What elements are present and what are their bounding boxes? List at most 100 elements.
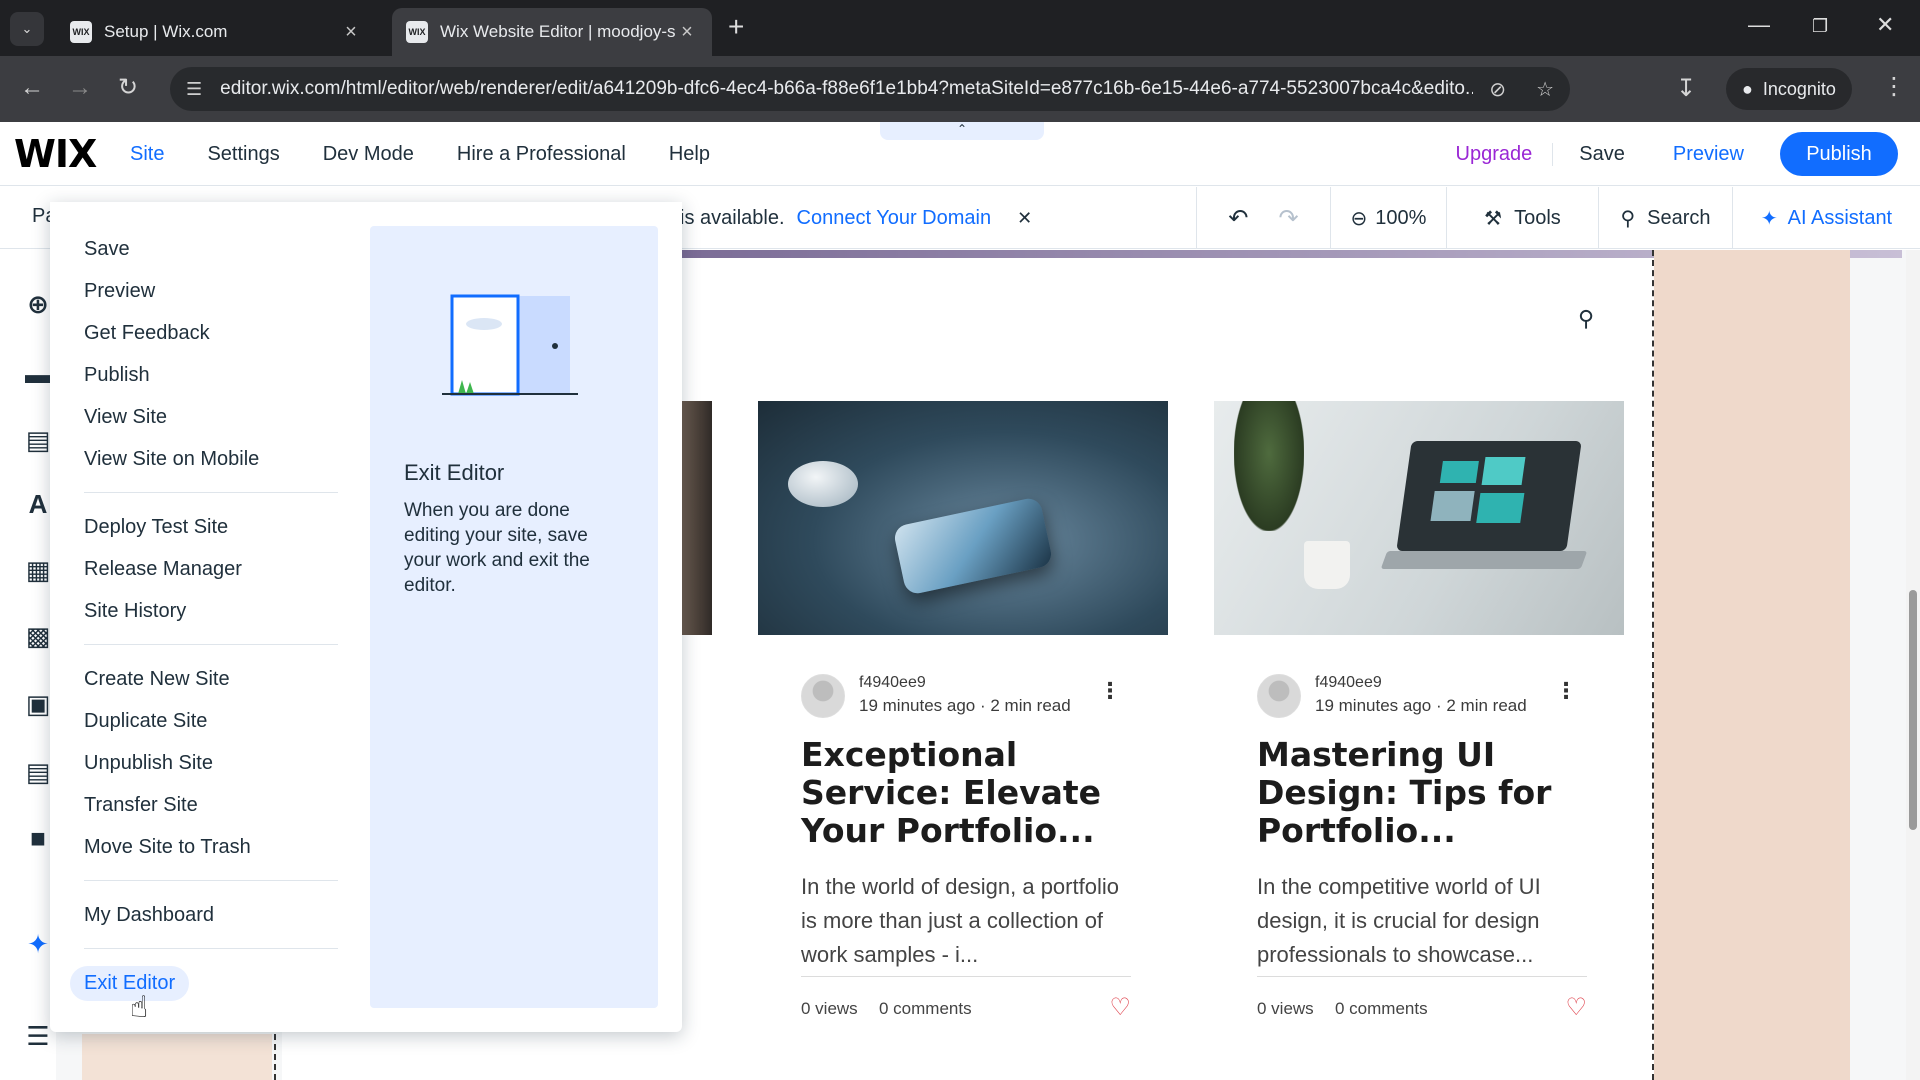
save-button[interactable]: Save xyxy=(1553,143,1651,166)
url-text: editor.wix.com/html/editor/web/renderer/… xyxy=(220,78,1474,99)
close-banner-icon[interactable]: ✕ xyxy=(1017,208,1032,229)
menu-settings[interactable]: Settings xyxy=(207,143,279,166)
back-icon[interactable]: ← xyxy=(20,74,44,102)
wix-main-menu: Site Settings Dev Mode Hire a Profession… xyxy=(130,122,710,186)
tools-button[interactable]: ⚒ Tools xyxy=(1446,187,1598,249)
download-icon[interactable]: ↧ xyxy=(1676,74,1696,103)
menu-item-my-dashboard[interactable]: My Dashboard xyxy=(84,904,214,927)
sparkle-icon: ✦ xyxy=(1760,207,1778,230)
menu-item-duplicate-site[interactable]: Duplicate Site xyxy=(84,710,207,733)
more-options-icon[interactable]: ⋮ xyxy=(1555,678,1577,704)
menu-item-publish[interactable]: Publish xyxy=(84,364,150,387)
menu-help[interactable]: Help xyxy=(669,143,710,166)
new-tab-icon[interactable]: + xyxy=(728,12,744,42)
undo-icon[interactable]: ↶ xyxy=(1228,204,1248,233)
browser-tab-editor[interactable]: WIX Wix Website Editor | moodjoy-s × xyxy=(392,8,712,56)
heart-icon[interactable]: ♡ xyxy=(1565,993,1587,1022)
heart-icon[interactable]: ♡ xyxy=(1109,993,1131,1022)
search-button[interactable]: ⚲ Search xyxy=(1598,187,1732,249)
restore-icon[interactable]: ❐ xyxy=(1812,16,1828,37)
menu-item-save[interactable]: Save xyxy=(84,238,130,261)
close-window-icon[interactable]: ✕ xyxy=(1876,12,1894,38)
preview-button[interactable]: Preview xyxy=(1651,143,1766,166)
pages-icon[interactable]: ▤ xyxy=(24,426,52,454)
zoom-level: 100% xyxy=(1375,206,1427,229)
more-options-icon[interactable]: ⋮ xyxy=(1099,678,1121,704)
cms-icon[interactable]: ▤ xyxy=(24,758,52,786)
wix-header-actions: Upgrade Save Preview Publish xyxy=(1436,122,1898,186)
menu-item-move-to-trash[interactable]: Move Site to Trash xyxy=(84,836,251,859)
browser-tab-bar: ⌄ WIX Setup | Wix.com × WIX Wix Website … xyxy=(0,0,1920,56)
menu-divider xyxy=(84,644,338,645)
menu-item-get-feedback[interactable]: Get Feedback xyxy=(84,322,210,345)
apps-icon[interactable]: ▦ xyxy=(24,556,52,584)
url-bar[interactable]: ☰ editor.wix.com/html/editor/web/rendere… xyxy=(170,67,1570,111)
connect-domain-link[interactable]: Connect Your Domain xyxy=(797,207,992,230)
menu-item-view-site-mobile[interactable]: View Site on Mobile xyxy=(84,448,259,471)
scrollbar-thumb[interactable] xyxy=(1909,590,1917,830)
incognito-button[interactable]: ● Incognito xyxy=(1726,68,1852,110)
menu-site[interactable]: Site xyxy=(130,143,164,166)
business-apps-icon[interactable]: ▩ xyxy=(24,622,52,650)
menu-item-transfer-site[interactable]: Transfer Site xyxy=(84,794,198,817)
zoom-control[interactable]: ⊖ 100% xyxy=(1330,187,1446,249)
close-tab-icon[interactable]: × xyxy=(676,21,698,44)
mug-illustration xyxy=(1304,541,1350,589)
add-elements-icon[interactable]: ⊕ xyxy=(24,290,52,318)
reload-icon[interactable]: ↻ xyxy=(118,74,138,102)
post-title[interactable]: Mastering UI Design: Tips for Portfolio.… xyxy=(1257,736,1587,850)
menu-item-preview[interactable]: Preview xyxy=(84,280,155,303)
menu-item-unpublish-site[interactable]: Unpublish Site xyxy=(84,752,213,775)
menu-item-deploy-test-site[interactable]: Deploy Test Site xyxy=(84,516,228,539)
site-menu-dropdown: Save Preview Get Feedback Publish View S… xyxy=(50,202,682,1032)
bookmark-star-icon[interactable]: ☆ xyxy=(1536,77,1554,102)
menu-item-release-manager[interactable]: Release Manager xyxy=(84,558,242,581)
hand-cursor-icon: ☝ xyxy=(130,991,149,1024)
media-icon[interactable]: ▣ xyxy=(24,690,52,718)
sections-icon[interactable]: ▬ xyxy=(24,360,52,388)
zoom-out-icon: ⊖ xyxy=(1350,207,1368,230)
browser-address-bar: ← → ↻ ☰ editor.wix.com/html/editor/web/r… xyxy=(0,56,1920,122)
browser-menu-icon[interactable]: ⋮ xyxy=(1882,72,1906,101)
menu-item-create-new-site[interactable]: Create New Site xyxy=(84,668,230,691)
forward-icon[interactable]: → xyxy=(68,74,92,102)
menu-dev-mode[interactable]: Dev Mode xyxy=(323,143,414,166)
canvas-scrollbar[interactable] xyxy=(1906,250,1920,1080)
blog-post-card[interactable]: f4940ee9 19 minutes ago · 2 min read ⋮ M… xyxy=(1257,670,1587,1021)
blog-search-icon[interactable]: ⚲ xyxy=(1578,306,1594,332)
post-image-phone[interactable] xyxy=(758,401,1168,635)
upgrade-button[interactable]: Upgrade xyxy=(1436,142,1554,166)
collapse-header-chevron-icon[interactable]: ⌃ xyxy=(880,122,1044,140)
post-image-laptop[interactable] xyxy=(1214,401,1624,635)
tab-search-chevron-icon[interactable]: ⌄ xyxy=(10,12,44,46)
incognito-label: Incognito xyxy=(1762,78,1836,99)
post-image-partial[interactable] xyxy=(682,401,712,635)
post-comments: 0 comments xyxy=(879,999,972,1018)
post-author[interactable]: f4940ee9 xyxy=(859,674,926,692)
ai-assistant-label: AI Assistant xyxy=(1787,206,1893,229)
portfolio-icon[interactable]: ■ xyxy=(24,824,52,852)
phone-illustration xyxy=(892,496,1054,596)
eye-off-icon[interactable]: ⊘ xyxy=(1489,77,1506,102)
post-stats: 0 views 0 comments ♡ xyxy=(801,977,1131,1021)
blog-post-card[interactable]: f4940ee9 19 minutes ago · 2 min read ⋮ E… xyxy=(801,670,1131,1021)
redo-icon[interactable]: ↷ xyxy=(1279,204,1299,233)
layers-icon[interactable]: ☰ xyxy=(24,1022,52,1050)
info-title: Exit Editor xyxy=(404,460,505,485)
publish-button[interactable]: Publish xyxy=(1780,132,1898,176)
right-section-background xyxy=(1654,250,1850,1080)
post-title[interactable]: Exceptional Service: Elevate Your Portfo… xyxy=(801,736,1131,850)
browser-tab-setup[interactable]: WIX Setup | Wix.com × xyxy=(56,8,376,56)
menu-item-view-site[interactable]: View Site xyxy=(84,406,167,429)
post-comments: 0 comments xyxy=(1335,999,1428,1018)
close-tab-icon[interactable]: × xyxy=(340,21,362,44)
theme-icon[interactable]: A xyxy=(24,490,52,518)
minimize-icon[interactable]: — xyxy=(1748,12,1770,38)
ai-assistant-button[interactable]: ✦ AI Assistant xyxy=(1732,187,1920,249)
menu-item-site-history[interactable]: Site History xyxy=(84,600,186,623)
menu-hire-professional[interactable]: Hire a Professional xyxy=(457,143,626,166)
site-info-icon[interactable]: ☰ xyxy=(186,79,202,100)
plant-illustration xyxy=(1234,401,1304,531)
ai-sparkle-icon[interactable]: ✦ xyxy=(24,930,52,958)
post-author[interactable]: f4940ee9 xyxy=(1315,674,1382,692)
